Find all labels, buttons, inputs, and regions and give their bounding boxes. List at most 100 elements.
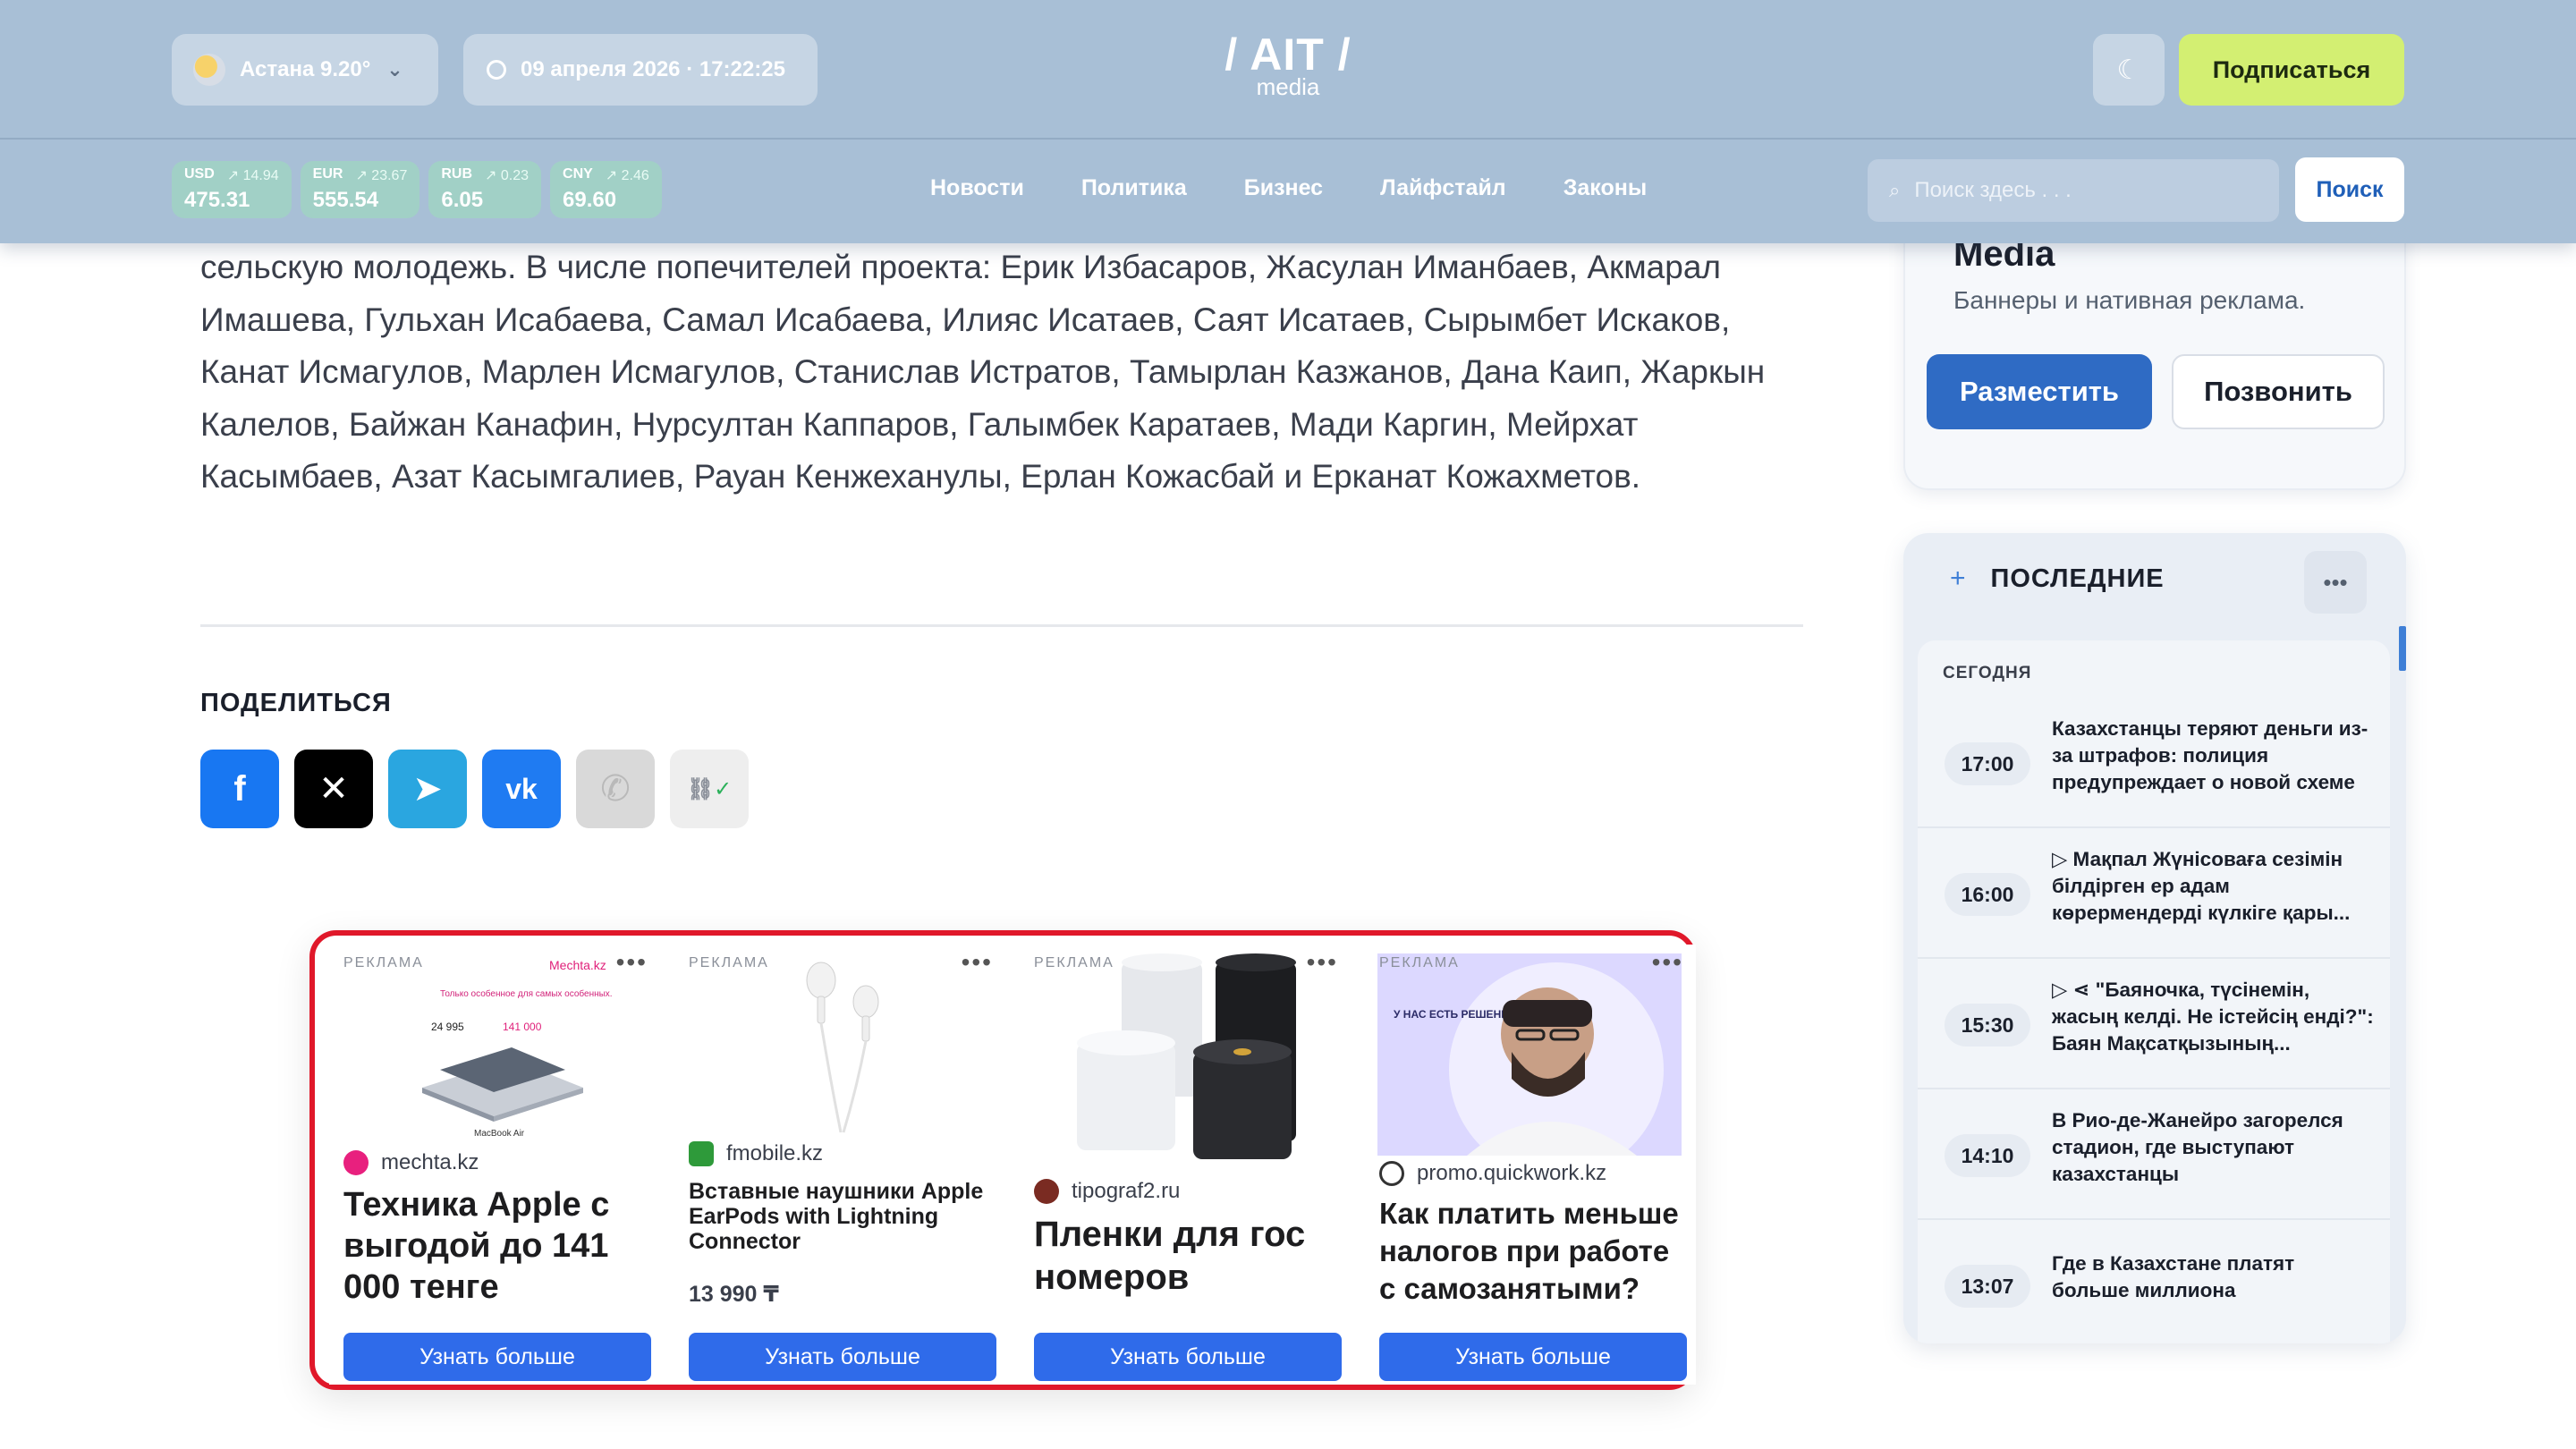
- vk-icon: vk: [505, 772, 538, 805]
- rate-code: EUR: [312, 166, 343, 182]
- rate-delta: ↗ 0.23: [485, 168, 530, 183]
- more-icon[interactable]: •••: [1652, 948, 1683, 977]
- article-body: сельскую молодежь. В числе попечителей п…: [200, 249, 1766, 495]
- search-input[interactable]: [1914, 178, 2255, 203]
- news-title: В Рио-де-Жанейро загорелся стадион, где …: [2052, 1109, 2343, 1185]
- promo-new-price: 141 000: [503, 1021, 542, 1033]
- ad-price: 13 990 ₸: [689, 1282, 779, 1307]
- rate-eur: EUR ↗ 23.67 555.54: [300, 161, 420, 218]
- ad-cta-button[interactable]: Узнать больше: [1034, 1333, 1342, 1381]
- latest-news-widget: + ПОСЛЕДНИЕ ••• СЕГОДНЯ 17:00 Казахстанц…: [1903, 533, 2406, 1343]
- rate-code: CNY: [563, 166, 593, 182]
- ad-headline: Вставные наушники Apple EarPods with Lig…: [689, 1179, 984, 1254]
- share-title: ПОДЕЛИТЬСЯ: [200, 689, 392, 717]
- news-time: 16:00: [1945, 873, 2030, 916]
- news-item[interactable]: 16:00 ▷ Мақпал Жүнісоваға сезімін білдір…: [1918, 828, 2390, 959]
- nav-lifestyle[interactable]: Лайфстайл: [1380, 175, 1506, 201]
- article-divider: [200, 624, 1803, 627]
- ad-cta-button[interactable]: Узнать больше: [343, 1333, 651, 1381]
- subscribe-button[interactable]: Подписаться: [2179, 34, 2404, 106]
- more-icon[interactable]: •••: [616, 948, 648, 977]
- ad-card[interactable]: РЕКЛАМА ••• fmobile.kz Вставные наушники…: [674, 945, 1005, 1385]
- promo-line: Только особенное для самых особенных.: [440, 988, 613, 999]
- place-ad-button[interactable]: Разместить: [1927, 354, 2152, 429]
- ad-image: Mechta.kz Только особенное для самых осо…: [342, 953, 646, 1141]
- share-facebook-button[interactable]: f: [200, 750, 279, 828]
- nav-news[interactable]: Новости: [930, 175, 1024, 201]
- nav-politics[interactable]: Политика: [1081, 175, 1187, 201]
- datetime-text: 09 апреля 2026 · 17:22:25: [521, 57, 785, 81]
- link-check-icon: ⛓✓: [686, 776, 733, 801]
- promo-footer: MacBook Air: [474, 1129, 525, 1139]
- share-x-button[interactable]: ✕: [294, 750, 373, 828]
- share-telegram-button[interactable]: ➤: [388, 750, 467, 828]
- promo-line: У НАС ЕСТЬ РЕШЕНИЕ: [1394, 1008, 1516, 1021]
- rate-delta: ↗ 23.67: [355, 168, 408, 183]
- share-whatsapp-button[interactable]: ✆: [576, 750, 655, 828]
- ad-source: tipograf2.ru: [1034, 1179, 1180, 1204]
- copy-link-button[interactable]: ⛓✓: [670, 750, 749, 828]
- share-vk-button[interactable]: vk: [482, 750, 561, 828]
- quickwork-logo-icon: [1379, 1161, 1404, 1186]
- news-item[interactable]: 15:30 ▷ ⋖ "Баяночка, түсінемін, жасың ке…: [1918, 959, 2390, 1089]
- search-icon: ⌕: [1889, 179, 1901, 201]
- search-button[interactable]: Поиск: [2295, 157, 2404, 222]
- site-logo[interactable]: / AIT / media: [1216, 30, 1360, 98]
- plus-icon: +: [1950, 564, 1966, 593]
- quickwork-promo-image: У НАС ЕСТЬ РЕШЕНИЕ: [1377, 953, 1682, 1177]
- rate-rub: RUB ↗ 0.23 6.05: [428, 161, 542, 218]
- ad-label: РЕКЛАМА: [1034, 955, 1114, 970]
- site-header: Астана 9.20° ⌄ 09 апреля 2026 · 17:22:25…: [0, 0, 2576, 243]
- more-options-button[interactable]: •••: [2304, 551, 2367, 614]
- ad-source-text: mechta.kz: [381, 1150, 479, 1174]
- nav-laws[interactable]: Законы: [1563, 175, 1647, 201]
- ad-source-text: fmobile.kz: [726, 1141, 824, 1165]
- ads-block: Mechta.kz Только особенное для самых осо…: [309, 930, 1696, 1390]
- ad-cta-button[interactable]: Узнать больше: [1379, 1333, 1687, 1381]
- weather-icon: [193, 54, 225, 86]
- ad-card[interactable]: У НАС ЕСТЬ РЕШЕНИЕ РЕКЛАМА ••• promo.qui…: [1365, 945, 1696, 1385]
- datetime-widget: 09 апреля 2026 · 17:22:25: [463, 34, 818, 106]
- ad-card[interactable]: РЕКЛАМА ••• tipograf2.ru Пленки для гос …: [1020, 945, 1351, 1385]
- rate-code: USD: [184, 166, 215, 182]
- scrollbar-thumb[interactable]: [2399, 626, 2406, 671]
- earpods-image: [687, 953, 991, 1141]
- ad-image: [1032, 953, 1336, 1168]
- macbook-promo-image: Mechta.kz Только особенное для самых осо…: [342, 953, 646, 1141]
- more-icon[interactable]: •••: [1307, 948, 1338, 977]
- rate-delta: ↗ 2.46: [605, 168, 649, 183]
- news-time: 17:00: [1945, 742, 2030, 785]
- rate-value: 69.60: [563, 188, 617, 212]
- ad-source-text: promo.quickwork.kz: [1417, 1161, 1607, 1185]
- ad-source: mechta.kz: [343, 1150, 479, 1175]
- advertise-description: Баннеры и нативная реклама.: [1953, 286, 2306, 314]
- rate-value: 555.54: [312, 188, 379, 212]
- news-title: Казахстанцы теряют деньги из-за штрафов:…: [2052, 717, 2368, 793]
- rate-value: 475.31: [184, 188, 250, 212]
- ad-card[interactable]: Mechta.kz Только особенное для самых осо…: [329, 945, 660, 1385]
- ad-image: [687, 953, 991, 1141]
- news-item[interactable]: 14:10 В Рио-де-Жанейро загорелся стадион…: [1918, 1089, 2390, 1220]
- ad-cta-button[interactable]: Узнать больше: [689, 1333, 996, 1381]
- x-icon: ✕: [318, 769, 349, 809]
- weather-widget[interactable]: Астана 9.20° ⌄: [172, 34, 438, 106]
- logo-main: / AIT /: [1224, 30, 1352, 80]
- share-buttons: f ✕ ➤ vk ✆ ⛓✓: [200, 750, 749, 828]
- call-button[interactable]: Позвонить: [2172, 354, 2385, 429]
- ad-source: promo.quickwork.kz: [1379, 1161, 1606, 1186]
- nav-business[interactable]: Бизнес: [1244, 175, 1323, 201]
- ad-image: У НАС ЕСТЬ РЕШЕНИЕ: [1377, 953, 1682, 1177]
- weather-text: Астана 9.20°: [240, 57, 371, 81]
- promo-brand: Mechta.kz: [549, 958, 606, 972]
- rate-usd: USD ↗ 14.94 475.31: [172, 161, 292, 218]
- news-item[interactable]: 13:07 Где в Казахстане платят больше мил…: [1918, 1220, 2390, 1343]
- search-box: ⌕: [1868, 159, 2279, 222]
- news-item[interactable]: 17:00 Казахстанцы теряют деньги из-за шт…: [1918, 698, 2390, 828]
- moon-icon: ☾: [2116, 55, 2141, 85]
- currency-rates: USD ↗ 14.94 475.31 EUR ↗ 23.67 555.54 RUB ↗…: [172, 161, 662, 218]
- news-time: 13:07: [1945, 1265, 2030, 1308]
- more-icon[interactable]: •••: [962, 948, 993, 977]
- ad-headline: Техника Apple с выгодой до 141 000 тенге: [343, 1186, 610, 1306]
- rate-value: 6.05: [441, 188, 484, 212]
- theme-toggle-button[interactable]: ☾: [2093, 34, 2165, 106]
